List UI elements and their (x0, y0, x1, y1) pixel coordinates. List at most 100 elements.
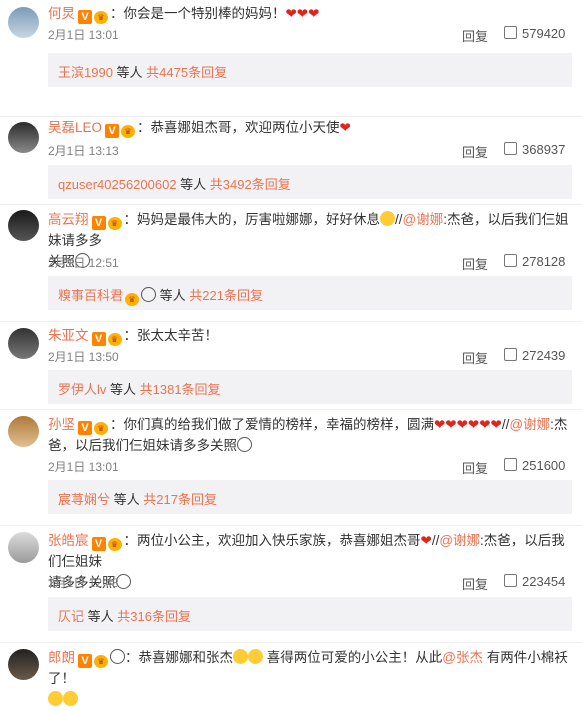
username-link[interactable]: 朱亚文 (48, 328, 89, 343)
thumbs-up-icon (504, 458, 517, 471)
verified-badge-icon: V (105, 124, 120, 138)
view-replies-link[interactable]: 共221条回复 (189, 288, 263, 303)
reply-summary-text: 等人 (110, 492, 144, 507)
reply-button[interactable]: 回复 (462, 574, 488, 593)
username-link[interactable]: 郎朗 (48, 650, 75, 665)
reply-summary-text: 等人 (112, 65, 147, 80)
like-button[interactable]: 272439 (504, 348, 565, 363)
username-link[interactable]: 张皓宸 (48, 533, 89, 548)
reply-button[interactable]: 回复 (462, 254, 488, 273)
vip-level-icon: ♛ (94, 11, 108, 24)
comment-time: 2月1日 12:51 (48, 256, 119, 270)
comment-body: 郎朗 V ♛ ：恭喜娜娜和张杰 喜得两位可爱的小公主！从此@张杰 有两件小棉袄了！ (48, 647, 570, 710)
like-count: 368937 (522, 142, 566, 157)
reply-user-link[interactable]: 糗事百科君 (58, 288, 123, 303)
comment-text: ：妈妈是最伟大的，厉害啦娜娜，好好休息 (123, 212, 381, 227)
reply-summary-text: 等人 (84, 609, 118, 624)
like-button[interactable]: 368937 (504, 142, 565, 157)
avatar[interactable] (8, 328, 39, 359)
avatar[interactable] (8, 532, 39, 563)
verified-badge-icon: V (91, 332, 106, 346)
comment-text-continued: 喜得两位可爱的小公主！从此 (263, 650, 443, 665)
view-replies-link[interactable]: 共4475条回复 (146, 65, 227, 80)
reply-button[interactable]: 回复 (462, 458, 488, 477)
mention-link[interactable]: @谢娜 (439, 533, 480, 548)
thumbs-up-emoji-icon (63, 691, 78, 706)
comment-text: ：你们真的给我们做了爱情的榜样，幸福的榜样，圆满 (110, 417, 434, 432)
replies-box[interactable]: qzuser40256200602 等人 共3492条回复 (48, 165, 572, 199)
like-count: 278128 (522, 254, 566, 269)
avatar[interactable] (8, 649, 39, 680)
thumbs-up-icon (504, 348, 517, 361)
reply-user-link[interactable]: 王滨1990 (58, 65, 113, 80)
reply-summary-text: 等人 (156, 288, 190, 303)
like-button[interactable]: 278128 (504, 254, 565, 269)
avatar[interactable] (8, 7, 39, 38)
vip-level-icon: ♛ (94, 422, 108, 435)
replies-box[interactable]: 宸荨娴兮 等人 共217条回复 (48, 480, 572, 514)
reply-button[interactable]: 回复 (462, 348, 488, 367)
reply-user-link[interactable]: 宸荨娴兮 (58, 492, 110, 507)
comment-item: 何炅 V ♛ ：你会是一个特别棒的妈妈！❤❤❤ 2月1日 13:01 回复 57942… (0, 0, 582, 117)
comment-time: 2月1日 13:01 (48, 460, 119, 474)
replies-box[interactable]: 仄记 等人 共316条回复 (48, 597, 572, 631)
replies-box[interactable]: 王滨1990 等人 共4475条回复 (48, 53, 572, 87)
comment-text: ：恭喜娜娜和张杰 (125, 650, 233, 665)
like-button[interactable]: 579420 (504, 26, 565, 41)
repost-text-continued: 爸，以后我们仨姐妹请多多关照 (48, 438, 237, 453)
view-replies-link[interactable]: 共316条回复 (117, 609, 191, 624)
view-replies-link[interactable]: 共3492条回复 (210, 177, 291, 192)
like-count: 579420 (522, 26, 566, 41)
comment-body: 高云翔 V ♛ ：妈妈是最伟大的，厉害啦娜娜，好好休息//@谢娜:杰爸，以后我们仨姐妹… (48, 209, 570, 272)
repost-separator: // (395, 212, 403, 227)
comment-body: 孙坚 V ♛ ：你们真的给我们做了爱情的榜样，幸福的榜样，圆满❤❤❤❤❤❤//@谢娜:… (48, 414, 570, 456)
view-replies-link[interactable]: 共217条回复 (143, 492, 217, 507)
avatar[interactable] (8, 122, 39, 153)
comment-time: 2月1日 12:48 (48, 576, 119, 590)
thumbs-up-icon (504, 26, 517, 39)
username-link[interactable]: 孙坚 (48, 417, 75, 432)
grin-emoji-icon (248, 649, 263, 664)
username-link[interactable]: 高云翔 (48, 212, 89, 227)
thumbs-up-icon (504, 574, 517, 587)
comment-body: 吴磊LEO V ♛ ：恭喜娜姐杰哥，欢迎两位小天使❤ (48, 117, 570, 138)
like-count: 272439 (522, 348, 566, 363)
avatar[interactable] (8, 210, 39, 241)
heart-emoji-icon: ❤❤❤❤❤❤ (434, 417, 502, 432)
comment-item: 高云翔 V ♛ ：妈妈是最伟大的，厉害啦娜娜，好好休息//@谢娜:杰爸，以后我们仨姐妹… (0, 205, 582, 322)
reply-user-link[interactable]: 罗伊人lv (58, 382, 106, 397)
heart-emoji-icon: ❤ (339, 120, 351, 135)
reply-button[interactable]: 回复 (462, 26, 488, 45)
reply-user-link[interactable]: 仄记 (58, 609, 84, 624)
grin-emoji-icon (233, 649, 248, 664)
comment-item: 孙坚 V ♛ ：你们真的给我们做了爱情的榜样，幸福的榜样，圆满❤❤❤❤❤❤//@谢娜:… (0, 410, 582, 526)
repost-text: :杰 (550, 417, 568, 432)
vip-level-icon: ♛ (94, 655, 108, 668)
comment-text: ：两位小公主，欢迎加入快乐家族，恭喜娜姐杰哥 (123, 533, 421, 548)
reply-button[interactable]: 回复 (462, 142, 488, 161)
reply-user-link[interactable]: qzuser40256200602 (58, 177, 177, 192)
verified-badge-icon: V (91, 216, 106, 230)
panda-emoji-icon (110, 649, 125, 664)
comment-time: 2月1日 13:13 (48, 144, 119, 158)
mention-link[interactable]: @张杰 (442, 650, 483, 665)
comment-text: ：恭喜娜姐杰哥，欢迎两位小天使 (137, 120, 340, 135)
view-replies-link[interactable]: 共1381条回复 (140, 382, 221, 397)
verified-badge-icon: V (78, 10, 92, 24)
username-link[interactable]: 吴磊LEO (48, 120, 102, 135)
avatar[interactable] (8, 416, 39, 447)
username-link[interactable]: 何炅 (48, 6, 75, 21)
replies-box[interactable]: 罗伊人lv 等人 共1381条回复 (48, 370, 572, 404)
thumbs-up-icon (504, 254, 517, 267)
like-button[interactable]: 223454 (504, 574, 565, 589)
comment-time: 2月1日 13:50 (48, 350, 119, 364)
mention-link[interactable]: @谢娜 (509, 417, 550, 432)
reply-summary-text: 等人 (176, 177, 210, 192)
like-count: 251600 (522, 458, 566, 473)
replies-box[interactable]: 糗事百科君 ♛ 等人 共221条回复 (48, 276, 572, 310)
mention-link[interactable]: @谢娜 (403, 212, 444, 227)
like-button[interactable]: 251600 (504, 458, 565, 473)
vip-level-icon: ♛ (121, 125, 136, 138)
smile-emoji-icon (237, 437, 252, 452)
comment-body: 朱亚文 V ♛ ：张太太辛苦！ (48, 325, 570, 346)
